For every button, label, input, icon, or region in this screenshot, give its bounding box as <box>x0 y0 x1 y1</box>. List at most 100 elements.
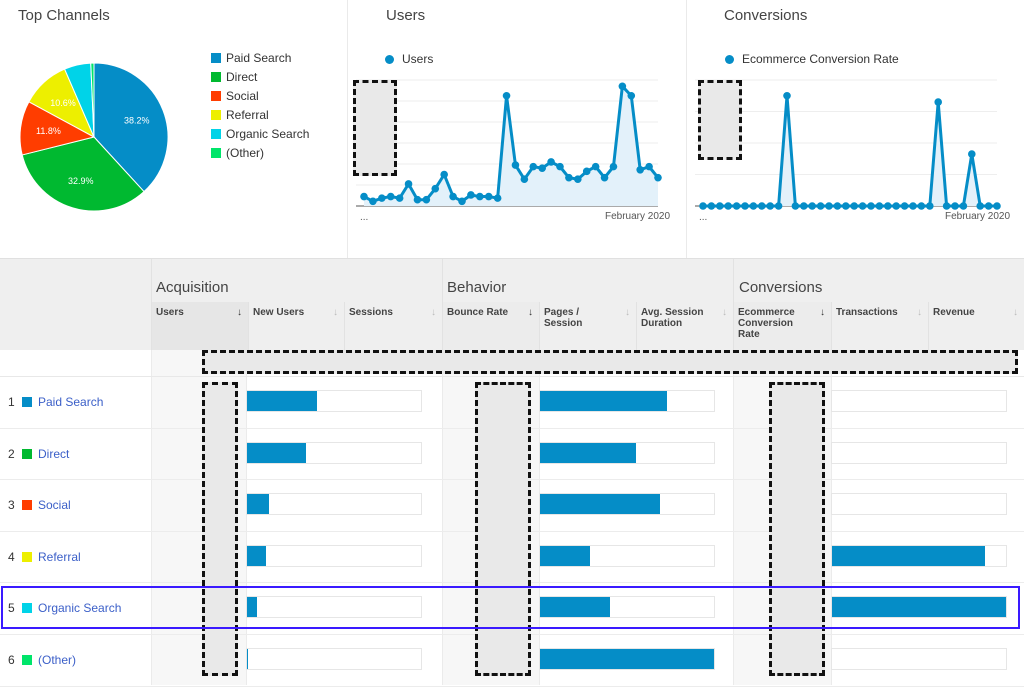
data-point[interactable] <box>431 184 440 193</box>
channel-link[interactable]: Referral <box>38 550 81 564</box>
legend-item-direct[interactable]: Direct <box>211 70 257 84</box>
data-point[interactable] <box>565 173 573 182</box>
data-point[interactable] <box>934 98 942 106</box>
sort-arrow-icon[interactable]: ↓ <box>431 307 436 318</box>
channel-link[interactable]: (Other) <box>38 653 76 667</box>
data-point[interactable] <box>395 194 404 202</box>
channel-link[interactable]: Social <box>38 498 71 512</box>
column-header-ecommerce-conversion-rate[interactable]: Ecommerce Conversion Rate ↓ <box>733 302 831 350</box>
data-point[interactable] <box>404 180 413 188</box>
data-point[interactable] <box>825 202 833 210</box>
data-point[interactable] <box>476 192 484 201</box>
data-point[interactable] <box>884 202 892 210</box>
sort-arrow-icon[interactable]: ↓ <box>1013 307 1018 318</box>
data-point[interactable] <box>808 202 816 210</box>
data-point[interactable] <box>574 175 582 184</box>
legend-item-other[interactable]: (Other) <box>211 146 264 160</box>
column-header-avg-session-duration[interactable]: Avg. Session Duration ↓ <box>636 302 733 350</box>
sort-arrow-icon[interactable]: ↓ <box>917 307 922 318</box>
data-point[interactable] <box>724 202 732 210</box>
users-legend[interactable]: Users <box>385 52 433 66</box>
column-header-users[interactable]: Users ↓ <box>151 302 248 350</box>
sort-arrow-icon[interactable]: ↓ <box>820 307 825 318</box>
data-point[interactable] <box>716 202 724 210</box>
data-point[interactable] <box>976 202 984 210</box>
data-point[interactable] <box>926 202 934 210</box>
data-point[interactable] <box>556 162 564 171</box>
data-point[interactable] <box>758 202 766 210</box>
data-point[interactable] <box>547 158 555 166</box>
data-point[interactable] <box>520 175 529 184</box>
data-point[interactable] <box>800 202 808 210</box>
data-point[interactable] <box>968 150 976 158</box>
data-point[interactable] <box>850 202 858 210</box>
sort-arrow-icon[interactable]: ↓ <box>237 307 242 318</box>
channel-link[interactable]: Organic Search <box>38 601 121 615</box>
conversions-legend[interactable]: Ecommerce Conversion Rate <box>725 52 899 66</box>
data-point[interactable] <box>993 202 1001 210</box>
data-point[interactable] <box>909 202 917 210</box>
data-point[interactable] <box>900 202 909 210</box>
data-point[interactable] <box>699 202 707 210</box>
data-point[interactable] <box>449 192 457 201</box>
data-point[interactable] <box>842 202 850 210</box>
top-channels-pie-chart[interactable]: 38.2% 32.9% 11.8% 10.6% <box>10 55 190 225</box>
data-point[interactable] <box>636 165 644 174</box>
data-point[interactable] <box>529 162 538 171</box>
channel-link[interactable]: Paid Search <box>38 395 103 409</box>
data-point[interactable] <box>645 162 653 171</box>
data-point[interactable] <box>484 192 493 201</box>
data-point[interactable] <box>582 167 591 176</box>
data-point[interactable] <box>766 202 774 210</box>
sort-arrow-icon[interactable]: ↓ <box>528 307 533 318</box>
data-point[interactable] <box>538 164 546 172</box>
data-point[interactable] <box>732 202 741 210</box>
data-point[interactable] <box>511 161 520 169</box>
column-header-new-users[interactable]: New Users ↓ <box>248 302 344 350</box>
data-point[interactable] <box>609 162 618 171</box>
data-point[interactable] <box>440 170 448 179</box>
legend-item-social[interactable]: Social <box>211 89 259 103</box>
data-point[interactable] <box>917 202 926 210</box>
data-point[interactable] <box>942 202 951 210</box>
data-point[interactable] <box>378 194 386 202</box>
sort-arrow-icon[interactable]: ↓ <box>333 307 338 318</box>
users-line-chart[interactable] <box>348 72 686 222</box>
column-header-transactions[interactable]: Transactions ↓ <box>831 302 928 350</box>
sort-arrow-icon[interactable]: ↓ <box>722 307 727 318</box>
column-header-sessions[interactable]: Sessions ↓ <box>344 302 442 350</box>
data-point[interactable] <box>458 197 466 206</box>
column-header-bounce-rate[interactable]: Bounce Rate ↓ <box>442 302 539 350</box>
data-point[interactable] <box>467 191 475 199</box>
legend-item-organic-search[interactable]: Organic Search <box>211 127 309 141</box>
data-point[interactable] <box>369 197 377 206</box>
data-point[interactable] <box>984 202 993 210</box>
sort-arrow-icon[interactable]: ↓ <box>625 307 630 318</box>
column-header-revenue[interactable]: Revenue ↓ <box>928 302 1024 350</box>
data-point[interactable] <box>816 202 825 210</box>
data-point[interactable] <box>867 202 875 210</box>
channel-link[interactable]: Direct <box>38 447 69 461</box>
data-point[interactable] <box>774 202 783 210</box>
data-point[interactable] <box>951 202 959 210</box>
data-point[interactable] <box>386 192 395 201</box>
data-point[interactable] <box>618 82 627 91</box>
data-point[interactable] <box>741 202 749 210</box>
data-point[interactable] <box>707 202 716 210</box>
data-point[interactable] <box>892 202 900 210</box>
data-point[interactable] <box>875 202 884 210</box>
legend-item-referral[interactable]: Referral <box>211 108 269 122</box>
data-point[interactable] <box>654 173 662 182</box>
data-point[interactable] <box>858 202 867 210</box>
data-point[interactable] <box>749 202 758 210</box>
data-point[interactable] <box>783 91 791 100</box>
data-point[interactable] <box>959 202 968 210</box>
data-point[interactable] <box>422 195 431 204</box>
column-header-pages-session[interactable]: Pages / Session ↓ <box>539 302 636 350</box>
data-point[interactable] <box>791 202 800 210</box>
data-point[interactable] <box>360 192 368 201</box>
data-point[interactable] <box>591 162 600 171</box>
data-point[interactable] <box>627 91 636 100</box>
data-point[interactable] <box>493 194 502 202</box>
data-point[interactable] <box>833 202 842 210</box>
